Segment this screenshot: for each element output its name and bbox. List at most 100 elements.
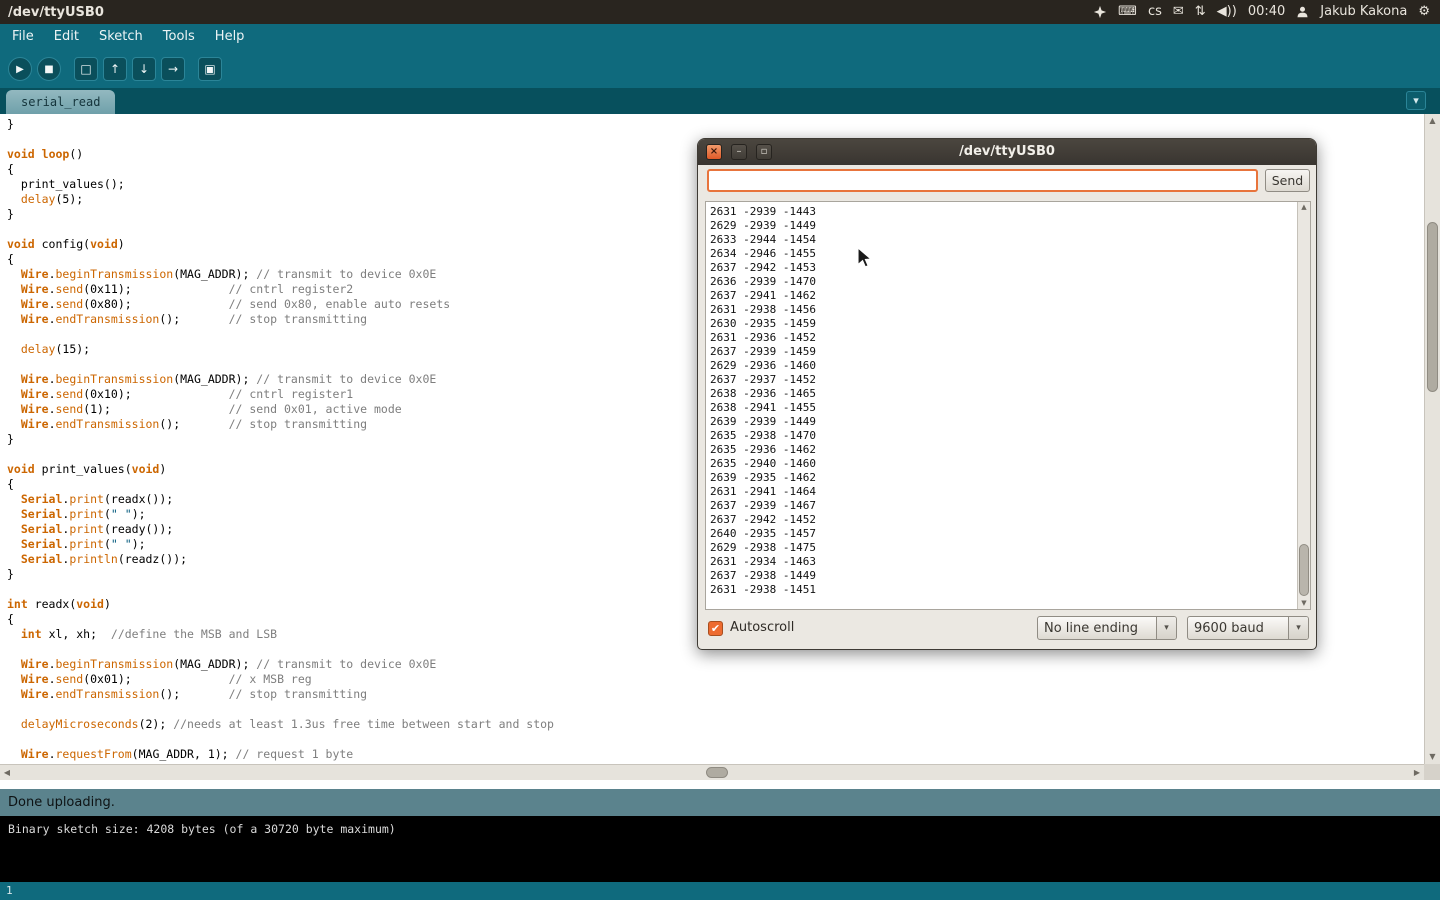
send-button[interactable]: Send: [1265, 169, 1310, 192]
status-text: Done uploading.: [8, 795, 115, 810]
serial-monitor-window: × – ▫ /dev/ttyUSB0 Send 2631 -2939 -1443…: [697, 138, 1317, 650]
editor-hscrollbar[interactable]: ◀ ▶: [0, 764, 1424, 780]
editor-vscrollbar[interactable]: ▲ ▼: [1424, 114, 1440, 764]
menu-item-file[interactable]: File: [2, 24, 44, 50]
serial-line: 2631 -2941 -1464: [710, 485, 1297, 499]
code-line: [7, 732, 1424, 747]
system-tray: ⌨ cs ✉ ⇅ ◀)) 00:40 Jakub Kakona ⚙: [1093, 0, 1440, 24]
build-console: Binary sketch size: 4208 bytes (of a 307…: [0, 816, 1440, 882]
line-number-label: 1: [6, 884, 13, 897]
verify-button[interactable]: ▶: [8, 57, 32, 81]
menu-bar: FileEditSketchToolsHelp: [0, 24, 1440, 50]
serial-scroll-up-icon[interactable]: ▲: [1298, 202, 1310, 213]
window-minimize-button[interactable]: –: [731, 144, 747, 160]
serial-line: 2634 -2946 -1455: [710, 247, 1297, 261]
serial-line: 2631 -2939 -1443: [710, 205, 1297, 219]
serial-line: 2631 -2938 -1456: [710, 303, 1297, 317]
chevron-down-icon: ▾: [1156, 617, 1176, 639]
stop-button[interactable]: ■: [37, 57, 61, 81]
tab-serial-read[interactable]: serial_read: [6, 90, 115, 114]
scrollbar-corner: [1424, 764, 1440, 780]
save-button[interactable]: ↓: [132, 57, 156, 81]
serial-monitor-titlebar[interactable]: × – ▫ /dev/ttyUSB0: [698, 139, 1316, 165]
tab-strip: serial_read ▾: [0, 88, 1440, 114]
toolbar-buttons: ▶■ □↑↓→ ▣: [0, 50, 1440, 88]
indicator-star-icon[interactable]: [1093, 5, 1107, 19]
serial-line: 2640 -2935 -1457: [710, 527, 1297, 541]
keyboard-layout-label[interactable]: cs: [1148, 0, 1162, 24]
serial-line: 2629 -2936 -1460: [710, 359, 1297, 373]
code-line: [7, 702, 1424, 717]
session-gear-icon[interactable]: ⚙: [1418, 0, 1430, 24]
serial-line: 2635 -2938 -1470: [710, 429, 1297, 443]
serial-line: 2631 -2936 -1452: [710, 331, 1297, 345]
serial-line: 2629 -2938 -1475: [710, 541, 1297, 555]
menu-item-help[interactable]: Help: [205, 24, 255, 50]
serial-line: 2639 -2939 -1449: [710, 415, 1297, 429]
line-ending-select[interactable]: No line ending ▾: [1037, 616, 1177, 640]
serial-line: 2637 -2937 -1452: [710, 373, 1297, 387]
status-bar: Done uploading.: [0, 789, 1440, 816]
serial-line: 2637 -2942 -1452: [710, 513, 1297, 527]
baud-rate-select[interactable]: 9600 baud ▾: [1187, 616, 1309, 640]
serial-line: 2630 -2935 -1459: [710, 317, 1297, 331]
serial-monitor-button[interactable]: ▣: [198, 57, 222, 81]
scroll-right-icon[interactable]: ▶: [1410, 765, 1424, 780]
serial-scroll-thumb[interactable]: [1299, 544, 1309, 596]
network-icon[interactable]: ⇅: [1195, 0, 1206, 24]
menu-item-edit[interactable]: Edit: [44, 24, 89, 50]
autoscroll-label: Autoscroll: [730, 620, 794, 635]
serial-output[interactable]: 2631 -2939 -14432629 -2939 -14492633 -29…: [706, 202, 1297, 609]
line-ending-value: No line ending: [1038, 621, 1156, 636]
serial-scrollbar[interactable]: ▲ ▼: [1297, 202, 1310, 609]
window-close-button[interactable]: ×: [706, 144, 722, 160]
serial-line: 2635 -2940 -1460: [710, 457, 1297, 471]
system-panel: /dev/ttyUSB0 ⌨ cs ✉ ⇅ ◀)) 00:40 Jakub Ka…: [0, 0, 1440, 24]
autoscroll-checkbox[interactable]: ✔: [708, 621, 723, 636]
code-line: Wire.requestFrom(MAG_ADDR, 1); // reques…: [7, 747, 1424, 762]
open-button[interactable]: ↑: [103, 57, 127, 81]
mouse-cursor: [857, 247, 872, 273]
serial-output-panel: 2631 -2939 -14432629 -2939 -14492633 -29…: [705, 201, 1311, 610]
clock-label[interactable]: 00:40: [1248, 0, 1285, 24]
serial-line: 2637 -2941 -1462: [710, 289, 1297, 303]
serial-input[interactable]: [707, 169, 1258, 192]
editor-hscroll-thumb[interactable]: [706, 767, 728, 778]
active-window-title: /dev/ttyUSB0: [8, 5, 104, 20]
upload-button[interactable]: →: [161, 57, 185, 81]
scroll-up-icon[interactable]: ▲: [1425, 114, 1440, 128]
serial-line: 2638 -2941 -1455: [710, 401, 1297, 415]
code-line: delayMicroseconds(2); //needs at least 1…: [7, 717, 1424, 732]
serial-line: 2629 -2939 -1449: [710, 219, 1297, 233]
window-maximize-button[interactable]: ▫: [756, 144, 772, 160]
mail-icon[interactable]: ✉: [1173, 0, 1184, 24]
serial-line: 2631 -2934 -1463: [710, 555, 1297, 569]
new-button[interactable]: □: [74, 57, 98, 81]
menu-item-tools[interactable]: Tools: [153, 24, 205, 50]
serial-line: 2639 -2935 -1462: [710, 471, 1297, 485]
serial-monitor-title: /dev/ttyUSB0: [698, 139, 1316, 165]
code-line: Wire.beginTransmission(MAG_ADDR); // tra…: [7, 657, 1424, 672]
line-number-strip: 1: [0, 882, 1440, 900]
code-line: Wire.send(0x01); // x MSB reg: [7, 672, 1424, 687]
serial-line: 2637 -2939 -1459: [710, 345, 1297, 359]
tab-menu-button[interactable]: ▾: [1406, 91, 1426, 110]
serial-line: 2637 -2938 -1449: [710, 569, 1297, 583]
scroll-down-icon[interactable]: ▼: [1425, 750, 1440, 764]
keyboard-icon[interactable]: ⌨: [1118, 0, 1137, 24]
scroll-left-icon[interactable]: ◀: [0, 765, 14, 780]
menu-item-sketch[interactable]: Sketch: [89, 24, 153, 50]
user-icon[interactable]: [1296, 5, 1309, 19]
serial-scroll-down-icon[interactable]: ▼: [1298, 598, 1310, 609]
serial-line: 2637 -2939 -1467: [710, 499, 1297, 513]
chevron-down-icon: ▾: [1288, 617, 1308, 639]
username-label[interactable]: Jakub Kakona: [1320, 0, 1407, 24]
volume-icon[interactable]: ◀)): [1217, 0, 1237, 24]
editor-vscroll-thumb[interactable]: [1427, 222, 1438, 392]
code-line: Wire.endTransmission(); // stop transmit…: [7, 687, 1424, 702]
serial-line: 2635 -2936 -1462: [710, 443, 1297, 457]
serial-line: 2636 -2939 -1470: [710, 275, 1297, 289]
tab-label: serial_read: [21, 95, 100, 109]
serial-line: 2633 -2944 -1454: [710, 233, 1297, 247]
editor-bottom-gap: [0, 780, 1440, 789]
